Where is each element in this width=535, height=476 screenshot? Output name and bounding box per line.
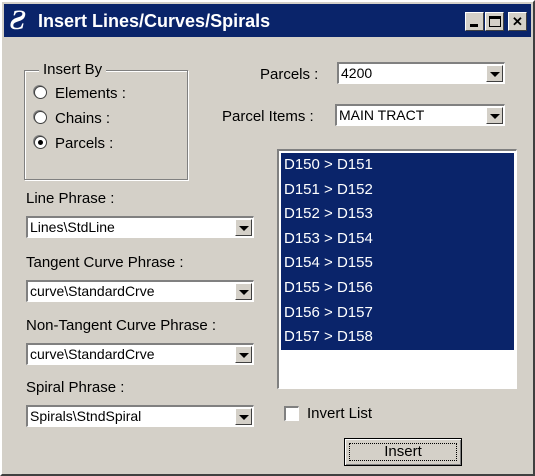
- list-item[interactable]: D151 > D152: [281, 177, 514, 203]
- chevron-down-icon[interactable]: [235, 283, 252, 300]
- spiral-phrase-label: Spiral Phrase :: [26, 379, 125, 396]
- window-title: Insert Lines/Curves/Spirals: [38, 11, 271, 31]
- radio-elements-circle[interactable]: [34, 86, 47, 99]
- title-bar[interactable]: Ƨ Insert Lines/Curves/Spirals ✕: [4, 4, 531, 37]
- radio-chains-circle[interactable]: [34, 111, 47, 124]
- parcel-items-label: Parcel Items :: [222, 108, 314, 125]
- chevron-down-icon[interactable]: [486, 107, 503, 124]
- radio-chains-label: Chains :: [55, 110, 111, 127]
- parcel-items-value: MAIN TRACT: [339, 107, 425, 123]
- maximize-icon: [489, 16, 501, 27]
- list-item[interactable]: D153 > D154: [281, 226, 514, 252]
- radio-chains[interactable]: Chains :: [34, 110, 111, 127]
- radio-parcels[interactable]: Parcels :: [34, 135, 114, 152]
- list-items: D150 > D151 D151 > D152 D152 > D153 D153 > …: [281, 153, 514, 350]
- non-tangent-curve-dropdown[interactable]: curve\StandardCrve: [26, 343, 254, 365]
- list-item[interactable]: D156 > D157: [281, 300, 514, 326]
- maximize-button[interactable]: [485, 12, 504, 31]
- parcels-value: 4200: [341, 65, 373, 81]
- insert-button-label: Insert: [384, 443, 422, 460]
- chevron-down-icon[interactable]: [235, 346, 252, 363]
- close-icon: ✕: [512, 14, 523, 29]
- list-item[interactable]: D154 > D155: [281, 251, 514, 276]
- radio-elements[interactable]: Elements :: [34, 85, 126, 102]
- minimize-icon: [470, 24, 478, 27]
- insert-button[interactable]: Insert: [344, 438, 462, 466]
- tangent-curve-label: Tangent Curve Phrase :: [26, 254, 184, 271]
- chevron-down-icon[interactable]: [235, 219, 252, 236]
- invert-list-label: Invert List: [307, 405, 373, 422]
- list-item[interactable]: D150 > D151: [281, 153, 514, 178]
- parcel-items-dropdown[interactable]: MAIN TRACT: [335, 104, 505, 126]
- line-phrase-dropdown[interactable]: Lines\StdLine: [26, 216, 254, 238]
- parcels-label: Parcels :: [260, 66, 319, 83]
- non-tangent-curve-value: curve\StandardCrve: [30, 346, 155, 362]
- insert-by-group: Insert By Elements : Chains : Parcels :: [24, 61, 188, 180]
- spiral-phrase-value: Spirals\StndSpiral: [30, 408, 142, 424]
- non-tangent-curve-label: Non-Tangent Curve Phrase :: [26, 317, 217, 334]
- spiral-phrase-dropdown[interactable]: Spirals\StndSpiral: [26, 405, 254, 427]
- insert-by-legend: Insert By: [39, 61, 107, 78]
- line-phrase-value: Lines\StdLine: [30, 219, 115, 235]
- chevron-down-icon[interactable]: [486, 65, 503, 82]
- insert-lines-dialog: Ƨ Insert Lines/Curves/Spirals ✕ Insert B…: [0, 0, 535, 476]
- list-item[interactable]: D155 > D156: [281, 275, 514, 301]
- line-phrase-label: Line Phrase :: [26, 190, 115, 207]
- radio-elements-label: Elements :: [55, 85, 126, 102]
- close-button[interactable]: ✕: [508, 12, 527, 31]
- chevron-down-icon[interactable]: [235, 408, 252, 425]
- tangent-curve-value: curve\StandardCrve: [30, 283, 155, 299]
- tangent-curve-dropdown[interactable]: curve\StandardCrve: [26, 280, 254, 302]
- list-item[interactable]: D152 > D153: [281, 202, 514, 227]
- radio-parcels-circle[interactable]: [34, 136, 47, 149]
- list-item[interactable]: D157 > D158: [281, 325, 514, 350]
- minimize-button[interactable]: [465, 12, 484, 31]
- parcels-dropdown[interactable]: 4200: [337, 62, 505, 84]
- invert-list-checkbox[interactable]: [284, 406, 299, 421]
- radio-parcels-label: Parcels :: [55, 135, 114, 152]
- app-logo-icon: Ƨ: [6, 5, 29, 36]
- parcel-items-listbox[interactable]: D150 > D151 D151 > D152 D152 > D153 D153 > …: [277, 149, 517, 389]
